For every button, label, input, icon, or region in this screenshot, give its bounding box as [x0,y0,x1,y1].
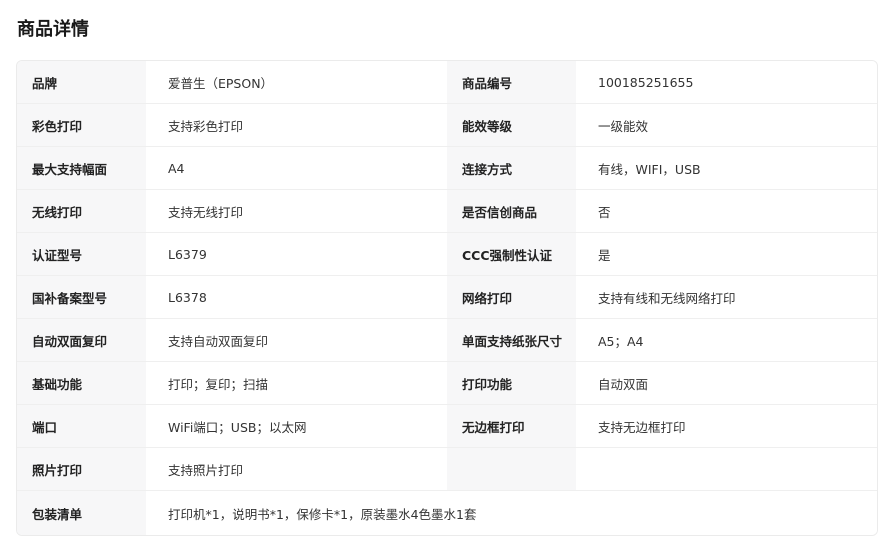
spec-label: CCC强制性认证 [447,233,576,275]
spec-value: 支持照片打印 [146,448,447,490]
package-list-row: 包装清单 打印机*1，说明书*1，保修卡*1，原装墨水4色墨水1套 [17,491,877,535]
spec-label: 无边框打印 [447,405,576,447]
spec-label: 单面支持纸张尺寸 [447,319,576,361]
spec-label: 认证型号 [17,233,146,275]
spec-label: 商品编号 [447,61,576,103]
spec-row: 认证型号 L6379 CCC强制性认证 是 [17,233,877,276]
spec-label: 网络打印 [447,276,576,318]
spec-value: 支持有线和无线网络打印 [576,276,877,318]
spec-value: A4 [146,147,447,189]
spec-value: 有线，WIFI，USB [576,147,877,189]
spec-value: 支持彩色打印 [146,104,447,146]
spec-label: 打印功能 [447,362,576,404]
spec-row: 基础功能 打印；复印；扫描 打印功能 自动双面 [17,362,877,405]
spec-row: 最大支持幅面 A4 连接方式 有线，WIFI，USB [17,147,877,190]
spec-row: 照片打印 支持照片打印 [17,448,877,491]
spec-row: 国补备案型号 L6378 网络打印 支持有线和无线网络打印 [17,276,877,319]
spec-label: 端口 [17,405,146,447]
spec-value: 自动双面 [576,362,877,404]
package-list-value: 打印机*1，说明书*1，保修卡*1，原装墨水4色墨水1套 [146,491,877,535]
spec-value: 是 [576,233,877,275]
spec-label [447,448,576,490]
spec-label: 品牌 [17,61,146,103]
spec-label: 最大支持幅面 [17,147,146,189]
spec-value: 支持无边框打印 [576,405,877,447]
spec-row: 彩色打印 支持彩色打印 能效等级 一级能效 [17,104,877,147]
spec-value: WiFi端口；USB；以太网 [146,405,447,447]
section-title: 商品详情 [17,19,89,40]
spec-label: 彩色打印 [17,104,146,146]
spec-row: 品牌 爱普生（EPSON） 商品编号 100185251655 [17,61,877,104]
spec-value: 支持无线打印 [146,190,447,232]
spec-value: L6379 [146,233,447,275]
spec-label: 自动双面复印 [17,319,146,361]
spec-label: 国补备案型号 [17,276,146,318]
spec-value: 一级能效 [576,104,877,146]
spec-label: 照片打印 [17,448,146,490]
spec-value: 100185251655 [576,61,877,103]
spec-value: 支持自动双面复印 [146,319,447,361]
spec-row: 自动双面复印 支持自动双面复印 单面支持纸张尺寸 A5；A4 [17,319,877,362]
spec-value: 爱普生（EPSON） [146,61,447,103]
spec-value: A5；A4 [576,319,877,361]
spec-table: 品牌 爱普生（EPSON） 商品编号 100185251655 彩色打印 支持彩… [16,60,878,536]
spec-label: 基础功能 [17,362,146,404]
spec-label: 能效等级 [447,104,576,146]
spec-value: 否 [576,190,877,232]
spec-value: 打印；复印；扫描 [146,362,447,404]
spec-row: 无线打印 支持无线打印 是否信创商品 否 [17,190,877,233]
spec-value [576,448,877,490]
spec-value: L6378 [146,276,447,318]
spec-row: 端口 WiFi端口；USB；以太网 无边框打印 支持无边框打印 [17,405,877,448]
package-list-label: 包装清单 [17,491,146,535]
spec-label: 无线打印 [17,190,146,232]
spec-label: 连接方式 [447,147,576,189]
spec-label: 是否信创商品 [447,190,576,232]
